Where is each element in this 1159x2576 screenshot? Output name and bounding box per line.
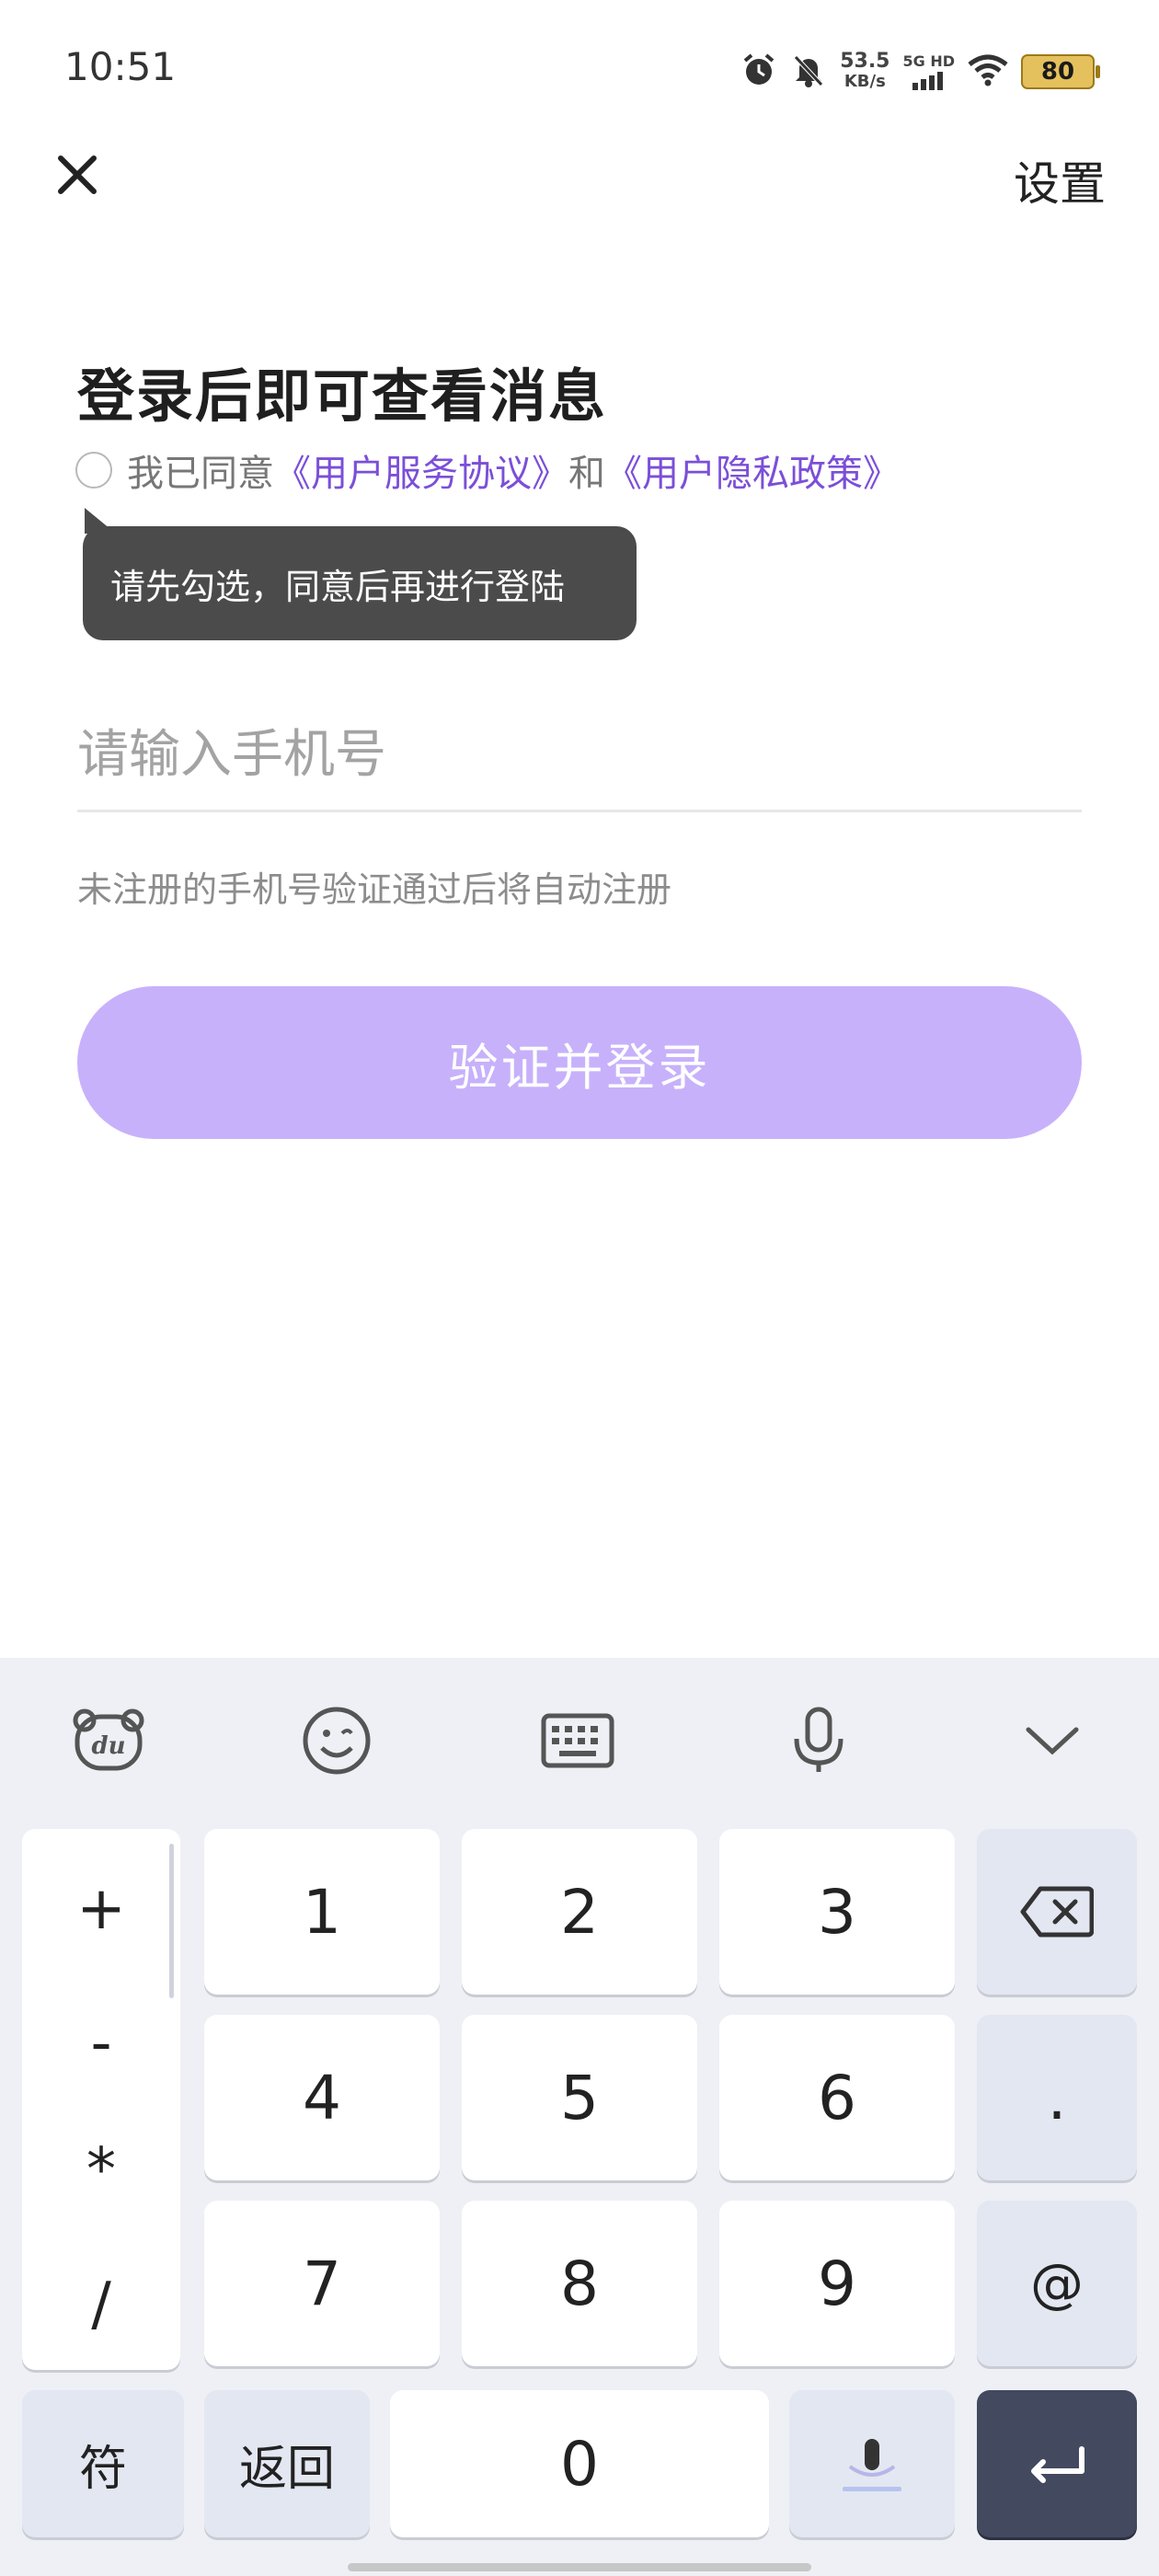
close-button[interactable]: [48, 145, 107, 204]
du-bear-icon[interactable]: du: [70, 1702, 147, 1779]
agree-prefix: 我已同意: [127, 453, 274, 495]
bell-off-icon: [790, 52, 827, 92]
voice-input-icon: [843, 2439, 901, 2491]
key-4[interactable]: 4: [204, 2015, 440, 2180]
net-speed-value: 53.5: [840, 50, 890, 73]
signal-bars-icon: [912, 72, 943, 90]
user-agreement-link[interactable]: 《用户服务协议》: [274, 443, 568, 497]
key-8[interactable]: 8: [462, 2201, 697, 2366]
privacy-policy-link[interactable]: 《用户隐私政策》: [605, 443, 900, 497]
symbol-scrollbar[interactable]: [169, 1844, 174, 1998]
key-9[interactable]: 9: [719, 2201, 955, 2366]
keyboard-icon[interactable]: [539, 1702, 616, 1779]
key-2[interactable]: 2: [462, 1829, 697, 1995]
backspace-key[interactable]: [977, 1829, 1137, 1995]
mic-icon[interactable]: [780, 1702, 857, 1779]
key-5[interactable]: 5: [462, 2015, 697, 2180]
page-title: 登录后即可查看消息: [77, 362, 608, 430]
symbol-list[interactable]: + - * /: [22, 1829, 180, 2370]
symbol-switch-key[interactable]: 符: [22, 2390, 184, 2537]
key-0[interactable]: 0: [390, 2390, 769, 2537]
status-icons: 53.5 KB/s 5G HD 80: [740, 48, 1100, 96]
key-1[interactable]: 1: [204, 1829, 440, 1995]
agree-and: 和: [568, 453, 605, 495]
agreement-row: 我已同意 《用户服务协议》 和 《用户隐私政策》: [75, 443, 900, 497]
key-at[interactable]: @: [977, 2201, 1137, 2366]
key-7[interactable]: 7: [204, 2201, 440, 2366]
cellular-signal: 5G HD: [902, 53, 955, 90]
emoji-icon[interactable]: [298, 1702, 375, 1779]
network-label: 5G HD: [902, 52, 955, 70]
backspace-icon: [1020, 1886, 1094, 1938]
auto-register-hint: 未注册的手机号验证通过后将自动注册: [77, 869, 672, 910]
chevron-down-icon[interactable]: [1014, 1702, 1091, 1779]
close-icon: [58, 155, 97, 194]
key-dot[interactable]: .: [977, 2015, 1137, 2180]
symbol-multiply[interactable]: *: [22, 2136, 180, 2204]
status-time: 10:51: [64, 44, 177, 89]
key-3[interactable]: 3: [719, 1829, 955, 1995]
net-speed-unit: KB/s: [843, 72, 886, 91]
settings-button[interactable]: 设置: [1014, 147, 1106, 213]
svg-text:du: du: [91, 1732, 125, 1760]
alarm-icon: [740, 52, 777, 92]
key-6[interactable]: 6: [719, 2015, 955, 2180]
agree-checkbox[interactable]: [75, 452, 112, 489]
voice-input-key[interactable]: [789, 2390, 955, 2537]
symbol-plus[interactable]: +: [22, 1875, 180, 1943]
phone-input[interactable]: [77, 699, 1082, 812]
back-key[interactable]: 返回: [204, 2390, 370, 2537]
wifi-icon: [968, 53, 1008, 90]
symbol-divide[interactable]: /: [22, 2271, 180, 2339]
verify-login-button[interactable]: 验证并登录: [77, 986, 1082, 1139]
home-indicator[interactable]: [348, 2563, 811, 2571]
enter-key[interactable]: [977, 2390, 1137, 2537]
battery-icon: 80: [1021, 54, 1100, 89]
agree-tooltip: 请先勾选，同意后再进行登陆: [83, 526, 637, 640]
enter-icon: [1031, 2446, 1084, 2483]
symbol-minus[interactable]: -: [22, 2009, 180, 2077]
battery-level: 80: [1040, 58, 1075, 86]
net-speed: 53.5 KB/s: [840, 52, 889, 92]
